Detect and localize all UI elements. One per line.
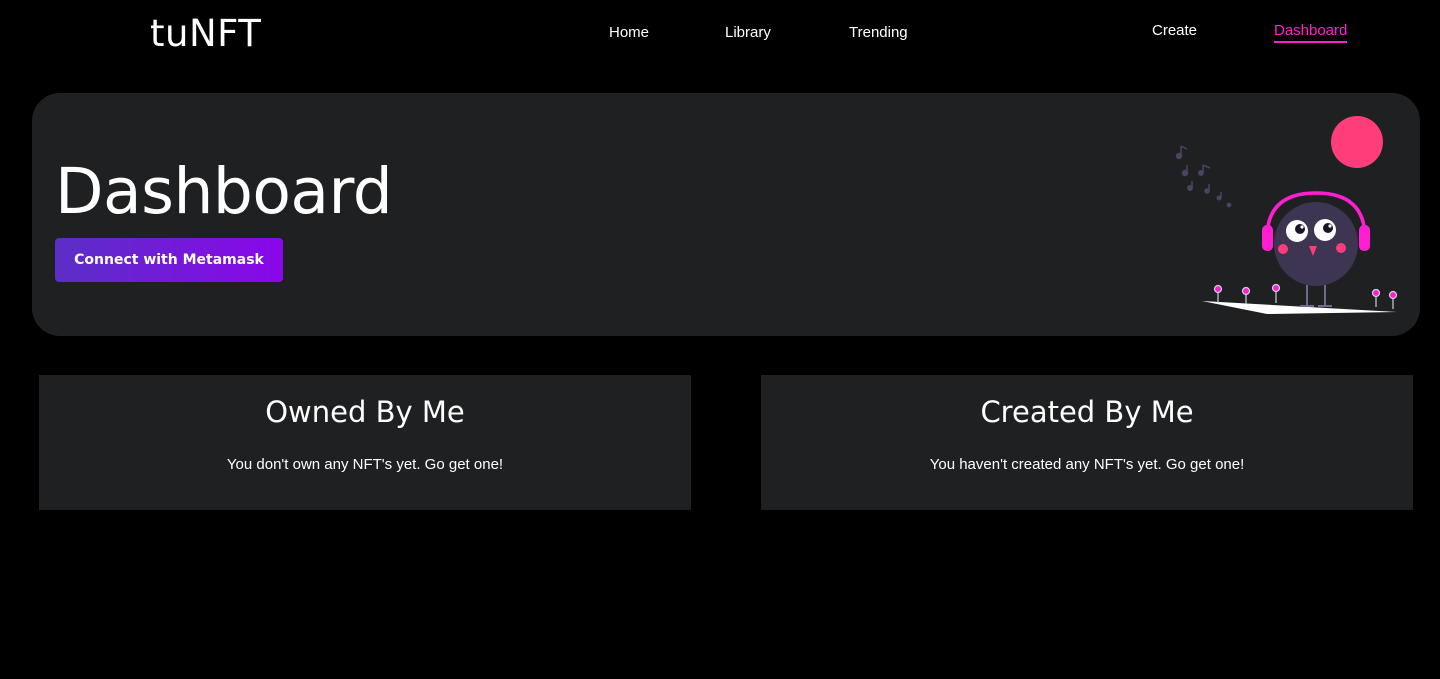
- headphones-bird-illustration: [1175, 116, 1398, 314]
- headphone-right: [1359, 225, 1370, 251]
- logo[interactable]: tuNFT: [150, 12, 261, 55]
- headphone-left: [1262, 225, 1273, 251]
- sun-circle: [1331, 116, 1383, 168]
- owned-by-me-title: Owned By Me: [265, 395, 465, 429]
- created-by-me-card: Created By Me You haven't created any NF…: [761, 375, 1413, 510]
- page: tuNFT Home Library Trending Create Dashb…: [0, 0, 1440, 679]
- created-by-me-title: Created By Me: [980, 395, 1194, 429]
- nav-create-link[interactable]: Create: [1152, 22, 1197, 39]
- bird-legs: [1300, 285, 1332, 307]
- music-notes-icon: [1175, 145, 1232, 208]
- nav-home-link[interactable]: Home: [609, 24, 649, 41]
- dashboard-hero: Dashboard Connect with Metamask: [32, 93, 1420, 336]
- nav-library-link[interactable]: Library: [725, 24, 771, 41]
- nav-trending-link[interactable]: Trending: [849, 24, 908, 41]
- bird-body: [1274, 202, 1358, 286]
- created-empty-message: You haven't created any NFT's yet. Go ge…: [929, 456, 1245, 473]
- owned-empty-message: You don't own any NFT's yet. Go get one!: [226, 456, 504, 473]
- connect-metamask-button[interactable]: Connect with Metamask: [55, 238, 283, 282]
- nav-dashboard-link[interactable]: Dashboard: [1274, 22, 1348, 43]
- page-title: Dashboard: [55, 155, 393, 228]
- ground-shadow: [1202, 301, 1397, 314]
- owned-by-me-card: Owned By Me You don't own any NFT's yet.…: [39, 375, 691, 510]
